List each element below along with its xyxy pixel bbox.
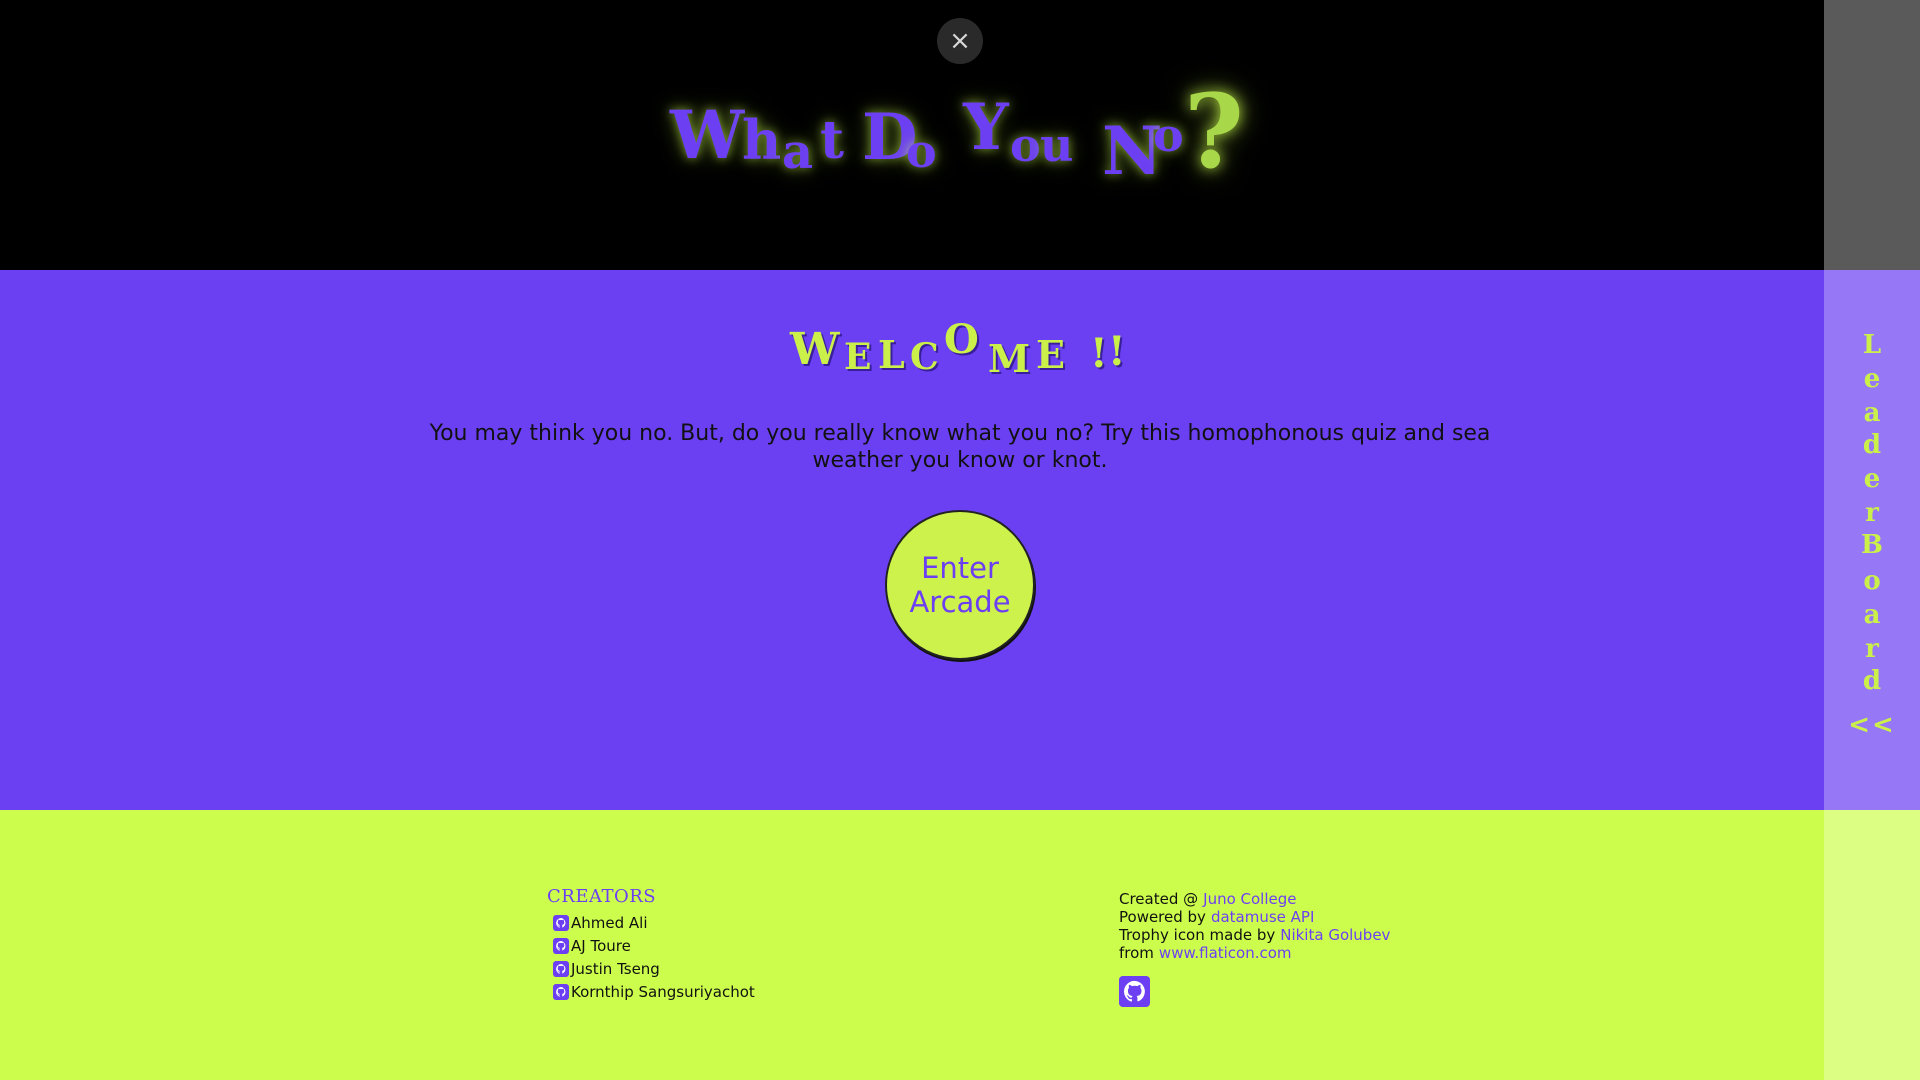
welcome-section: W E L C O M E ! ! You may think you no. … xyxy=(0,270,1824,810)
credit-row: from www.flaticon.com xyxy=(1119,944,1390,962)
welcome-letter: ! xyxy=(1108,328,1126,375)
welcome-heading: W E L C O M E ! ! xyxy=(0,270,1824,390)
welcome-letter: E xyxy=(844,336,872,378)
intro-text: You may think you no. But, do you really… xyxy=(429,421,1491,473)
leaderboard-letter: L xyxy=(1862,330,1882,360)
welcome-letter: L xyxy=(878,332,905,377)
credit-text: from xyxy=(1119,944,1154,962)
nikita-golubev-link[interactable]: Nikita Golubev xyxy=(1280,926,1390,944)
logo-letter: Y xyxy=(963,90,1009,165)
leaderboard-letter: d xyxy=(1862,430,1882,460)
logo-letter: o xyxy=(1153,108,1184,162)
enter-arcade-label: Enter Arcade xyxy=(909,551,1011,619)
leaderboard-letter: a xyxy=(1863,600,1881,630)
credit-row: Created @ Juno College xyxy=(1119,890,1390,908)
welcome-letter: W xyxy=(790,324,840,375)
welcome-letter: M xyxy=(988,336,1031,381)
welcome-letter: O xyxy=(944,316,979,363)
credit-text: Trophy icon made by xyxy=(1119,926,1276,944)
juno-college-link[interactable]: Juno College xyxy=(1203,890,1296,908)
enter-arcade-button[interactable]: Enter Arcade xyxy=(885,510,1035,660)
datamuse-api-link[interactable]: datamuse API xyxy=(1211,908,1314,926)
welcome-letter: C xyxy=(910,336,939,378)
leaderboard-sidebar: L e a d e r B o a r d << xyxy=(1824,0,1920,1080)
footer: CREATORS Ahmed Ali AJ Toure Justin Tseng… xyxy=(0,810,1824,1080)
logo-letter: o xyxy=(906,124,937,178)
leaderboard-letter: e xyxy=(1863,364,1881,394)
github-icon xyxy=(553,960,569,977)
leaderboard-letter: d xyxy=(1862,666,1882,696)
leaderboard-arrow: << xyxy=(1848,710,1896,740)
github-icon xyxy=(553,914,569,931)
creators-list: CREATORS Ahmed Ali AJ Toure Justin Tseng… xyxy=(547,886,755,1003)
creator-name: Kornthip Sangsuriyachot xyxy=(571,982,755,1001)
creator-link[interactable]: Ahmed Ali xyxy=(553,911,755,934)
leaderboard-letter: r xyxy=(1865,498,1879,528)
leaderboard-toggle[interactable]: L e a d e r B o a r d << xyxy=(1824,330,1920,750)
welcome-letter: ! xyxy=(1090,330,1108,377)
leaderboard-letter: B xyxy=(1861,530,1883,560)
welcome-letter: E xyxy=(1036,332,1065,377)
leaderboard-letter: o xyxy=(1863,566,1881,596)
github-icon[interactable] xyxy=(1119,976,1150,1007)
credit-row: Powered by datamuse API xyxy=(1119,908,1390,926)
leaderboard-letter: a xyxy=(1863,398,1881,428)
credit-text: Powered by xyxy=(1119,908,1206,926)
logo-letter: u xyxy=(1040,118,1074,172)
creators-title: CREATORS xyxy=(547,886,657,907)
creator-name: Ahmed Ali xyxy=(571,913,648,932)
credits: Created @ Juno College Powered by datamuse… xyxy=(1119,890,1390,1011)
sidebar-bottom xyxy=(1824,810,1920,1080)
creator-link[interactable]: AJ Toure xyxy=(553,934,755,957)
creator-name: AJ Toure xyxy=(571,936,631,955)
leaderboard-letter: e xyxy=(1863,464,1881,494)
credit-text: Created @ xyxy=(1119,890,1199,908)
creator-link[interactable]: Kornthip Sangsuriyachot xyxy=(553,980,755,1003)
logo-letter: h xyxy=(742,108,782,172)
logo-letter: t xyxy=(820,110,845,171)
logo-question-mark: ? xyxy=(1184,72,1244,192)
creator-name: Justin Tseng xyxy=(571,959,660,978)
site-logo: W h a t D o Y o u N o ? xyxy=(0,0,1824,270)
header: × W h a t D o Y o u N o ? xyxy=(0,0,1824,270)
leaderboard-letter: r xyxy=(1865,634,1879,664)
credit-row: Trophy icon made by Nikita Golubev xyxy=(1119,926,1390,944)
logo-letter: a xyxy=(782,124,814,180)
logo-letter: o xyxy=(1010,118,1041,172)
creator-link[interactable]: Justin Tseng xyxy=(553,957,755,980)
logo-letter: W xyxy=(670,96,745,174)
sidebar-top xyxy=(1824,0,1920,270)
github-icon xyxy=(553,983,569,1000)
flaticon-link[interactable]: www.flaticon.com xyxy=(1159,944,1292,962)
github-icon xyxy=(553,937,569,954)
